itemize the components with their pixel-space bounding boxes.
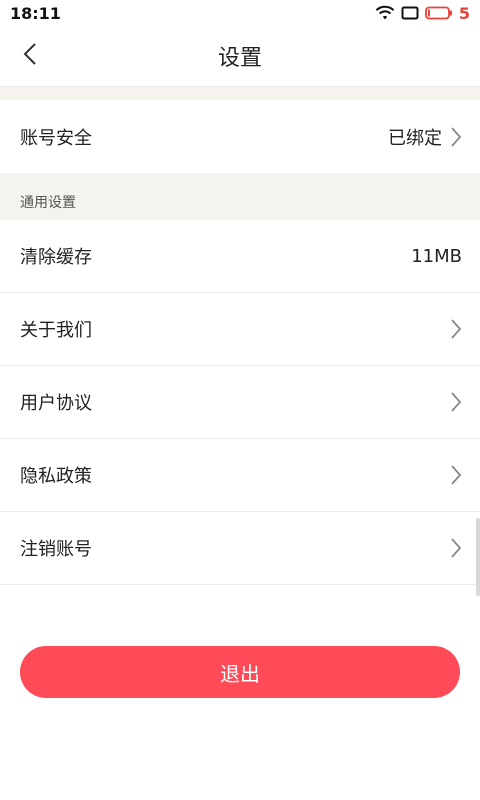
account-security-row[interactable]: 账号安全 已绑定 <box>0 100 480 173</box>
row-label: 注销账号 <box>20 539 92 560</box>
status-time: 18:11 <box>10 3 61 23</box>
chevron-right-icon <box>450 537 462 559</box>
screen-icon <box>401 6 419 20</box>
wifi-icon <box>375 5 395 21</box>
user-agreement-row[interactable]: 用户协议 <box>0 366 480 439</box>
logout-button[interactable]: 退出 <box>20 646 460 698</box>
row-value: 已绑定 <box>388 127 442 149</box>
battery-level: 5 <box>458 3 470 23</box>
back-button[interactable] <box>12 38 48 74</box>
section-divider <box>0 86 480 100</box>
row-label: 关于我们 <box>20 320 92 341</box>
chevron-right-icon <box>450 391 462 413</box>
about-us-row[interactable]: 关于我们 <box>0 293 480 366</box>
page-title: 设置 <box>217 46 262 71</box>
row-label: 用户协议 <box>20 393 92 414</box>
delete-account-row[interactable]: 注销账号 <box>0 512 480 585</box>
chevron-left-icon <box>23 42 37 70</box>
chevron-right-icon <box>450 318 462 340</box>
battery-icon <box>424 6 453 20</box>
chevron-right-icon <box>450 464 462 486</box>
row-label: 账号安全 <box>20 127 92 149</box>
logout-container: 退出 <box>20 646 460 698</box>
status-icons: 5 <box>375 4 470 23</box>
status-bar: 18:11 5 <box>0 0 480 26</box>
chevron-right-icon <box>450 126 462 148</box>
row-label: 隐私政策 <box>20 466 92 487</box>
row-label: 清除缓存 <box>20 247 92 268</box>
cache-size: 11MB <box>411 245 462 267</box>
nav-bar: 设置 <box>0 26 480 86</box>
section-title: 通用设置 <box>0 173 480 220</box>
scrollbar[interactable] <box>476 518 480 596</box>
privacy-policy-row[interactable]: 隐私政策 <box>0 439 480 512</box>
clear-cache-row[interactable]: 清除缓存 11MB <box>0 220 480 293</box>
